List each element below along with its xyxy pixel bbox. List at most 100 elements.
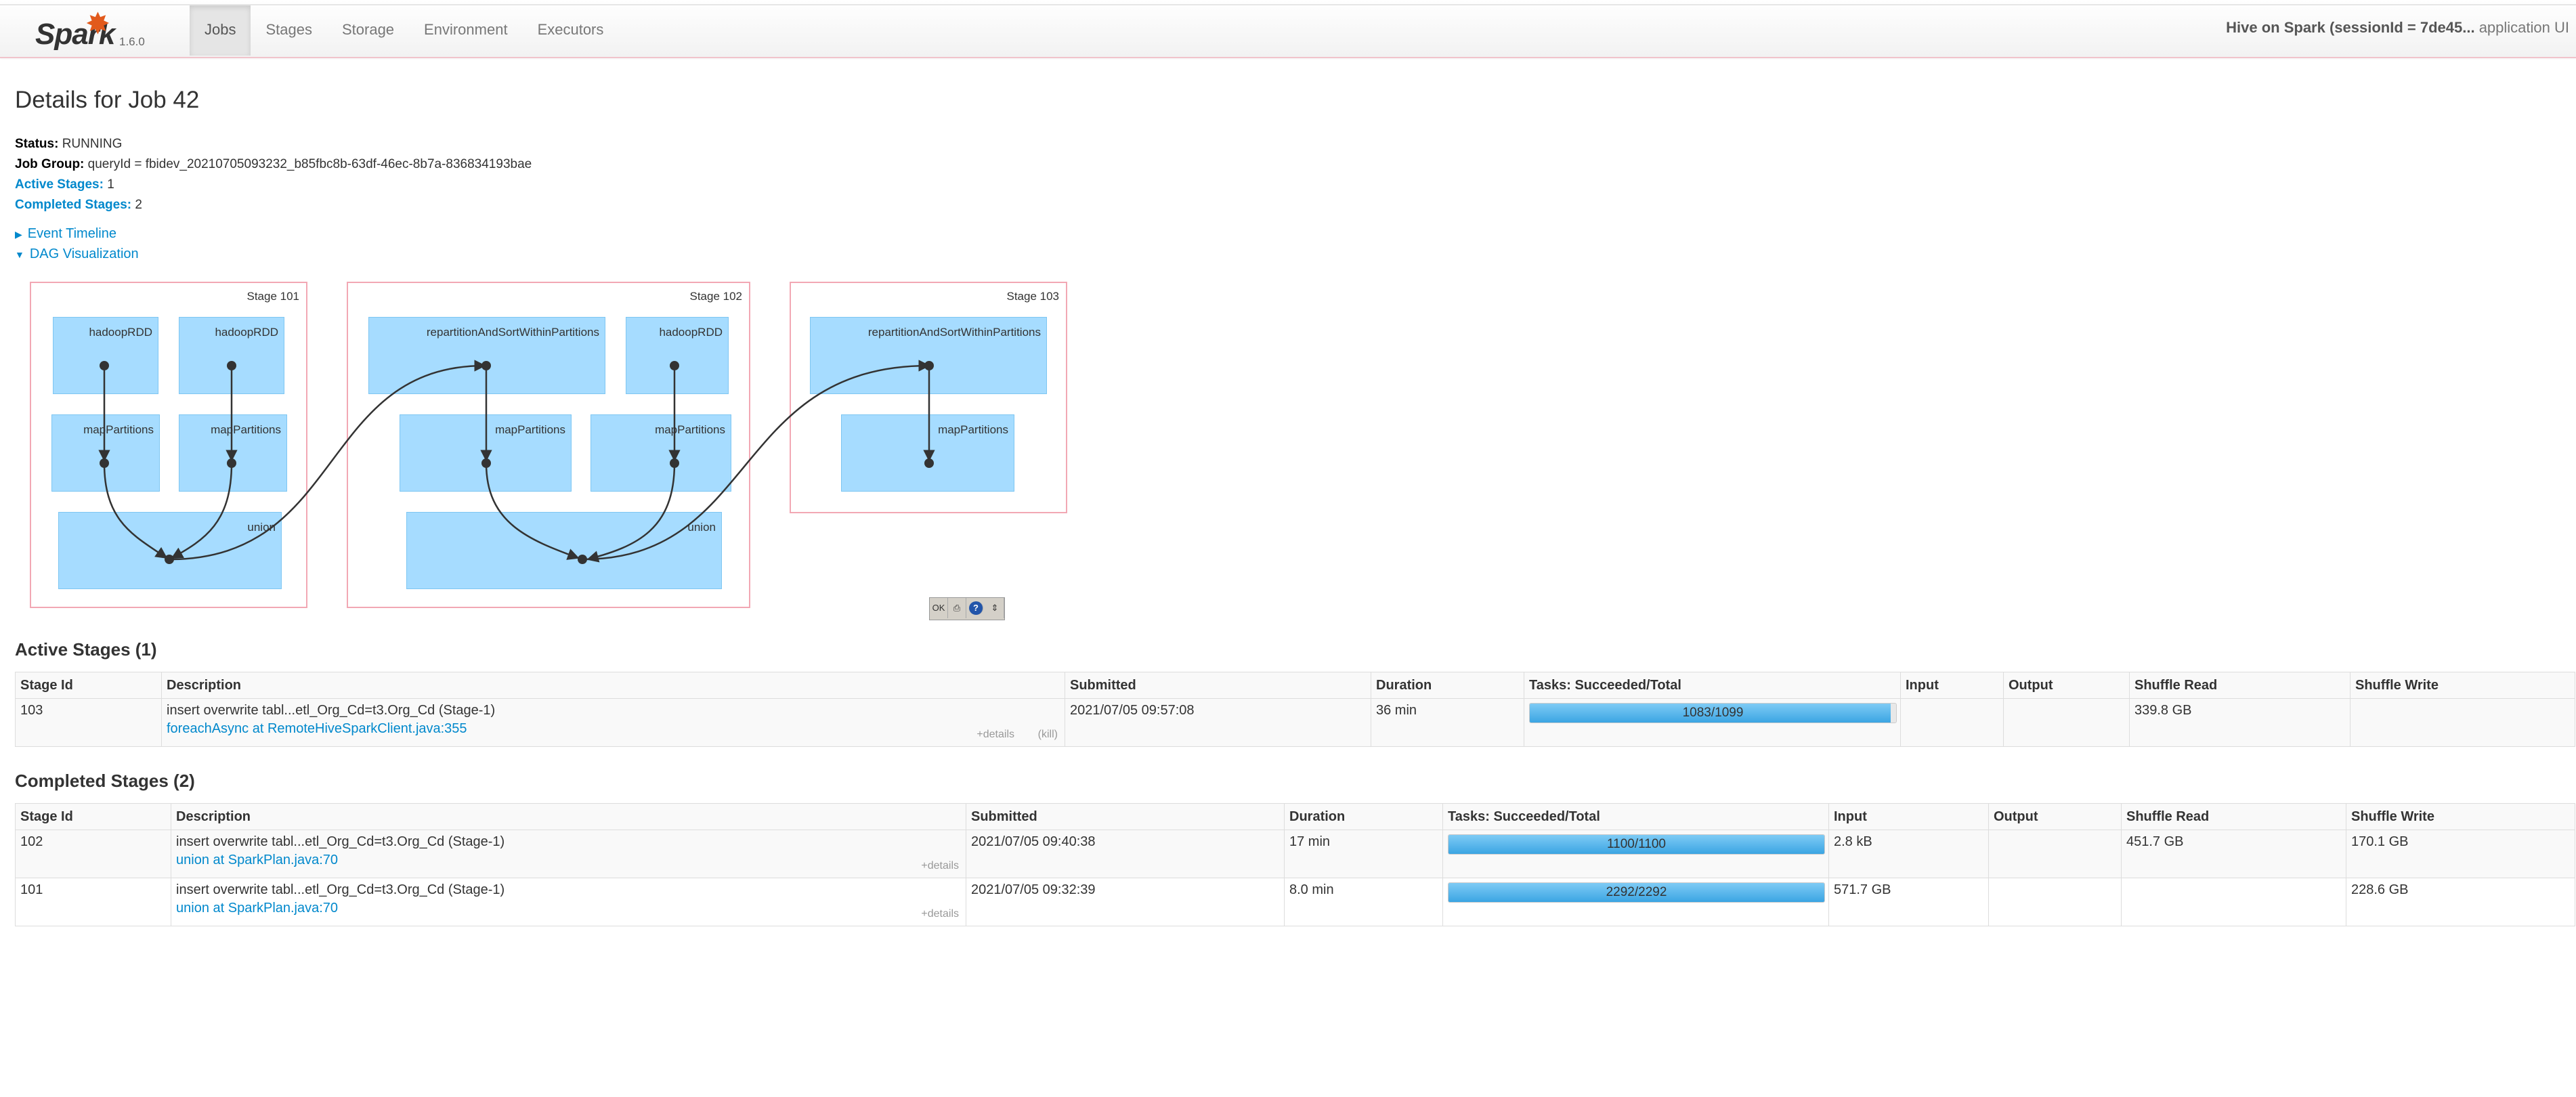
dag-dot [227, 361, 236, 370]
tab-jobs[interactable]: Jobs [190, 5, 251, 56]
dag-dot [670, 361, 679, 370]
tasks-count: 2292/2292 [1606, 885, 1667, 899]
dag-dot [100, 361, 109, 370]
shuffle-read: 339.8 GB [2129, 698, 2350, 747]
dag-visualization-toggle[interactable]: ▼ DAG Visualization [15, 246, 139, 262]
dag-dot [165, 555, 174, 564]
dag-dot [481, 458, 491, 468]
job-group-value: queryId = fbidev_20210705093232_b85fbc8b… [87, 157, 532, 171]
expand-right-icon: ▶ [15, 229, 22, 240]
table-row: 102 insert overwrite tabl...etl_Org_Cd=t… [15, 830, 2575, 878]
dag-edge [171, 463, 233, 559]
shuffle-read [2121, 878, 2346, 926]
column-header[interactable]: Shuffle Write [2350, 672, 2575, 699]
column-header[interactable]: Output [1988, 803, 2122, 830]
column-header[interactable]: Input [1828, 803, 1989, 830]
dag-edge [103, 463, 168, 559]
spark-logo[interactable]: Spark ✸ 1.6.0 [33, 4, 148, 53]
app-name: Hive on Spark (sessionId = 7de45... appl… [2226, 19, 2569, 37]
shuffle-write: 228.6 GB [2346, 878, 2575, 926]
tab-stages[interactable]: Stages [251, 5, 327, 56]
dag-dot [924, 458, 934, 468]
tasks-progress-bar: 1083/1099 [1529, 703, 1897, 723]
column-header[interactable]: Duration [1284, 803, 1443, 830]
completed-stages-table: Stage Id Description Submitted Duration … [15, 803, 2575, 926]
dag-edge [582, 360, 930, 561]
expand-details-link[interactable]: +details [976, 729, 1014, 741]
tab-executors[interactable]: Executors [523, 5, 619, 56]
tasks-progress-cell: 2292/2292 [1442, 878, 1829, 926]
dag-dot [670, 458, 679, 468]
print-icon[interactable]: ⎙ [948, 598, 966, 618]
column-header[interactable]: Tasks: Succeeded/Total [1524, 672, 1901, 699]
active-stages-table: Stage Id Description Submitted Duration … [15, 672, 2575, 747]
column-header[interactable]: Stage Id [15, 672, 162, 699]
stage-detail-link[interactable]: foreachAsync at RemoteHiveSparkClient.ja… [167, 721, 1060, 737]
dag-dot [227, 458, 236, 468]
dag-visualization-label: DAG Visualization [29, 246, 139, 261]
event-timeline-label: Event Timeline [27, 226, 116, 241]
column-header[interactable]: Tasks: Succeeded/Total [1442, 803, 1829, 830]
job-group-label: Job Group: [15, 157, 85, 171]
column-header[interactable]: Shuffle Read [2121, 803, 2346, 830]
active-stages-heading: Active Stages (1) [15, 639, 157, 660]
column-header[interactable]: Submitted [1065, 672, 1371, 699]
stage-description: insert overwrite tabl...etl_Org_Cd=t3.Or… [171, 830, 966, 878]
completed-stages-link[interactable]: Completed Stages: [15, 198, 131, 212]
stage-id: 101 [15, 878, 171, 926]
dag-dot [578, 555, 587, 564]
submitted-time: 2021/07/05 09:57:08 [1065, 698, 1371, 747]
tab-storage[interactable]: Storage [327, 5, 409, 56]
spark-star-icon: ✸ [85, 7, 110, 41]
app-name-session: Hive on Spark (sessionId = 7de45... [2226, 19, 2475, 36]
column-header[interactable]: Output [2003, 672, 2130, 699]
expand-details-link[interactable]: +details [921, 860, 959, 872]
dag-edge [586, 463, 676, 563]
stage-detail-link[interactable]: union at SparkPlan.java:70 [176, 853, 961, 868]
column-header[interactable]: Submitted [966, 803, 1285, 830]
column-header[interactable]: Description [161, 672, 1065, 699]
duration: 17 min [1284, 830, 1443, 878]
output-size [2003, 698, 2130, 747]
output-size [1988, 830, 2122, 878]
input-size [1900, 698, 2004, 747]
dag-edge [169, 360, 486, 561]
column-header[interactable]: Description [171, 803, 966, 830]
chevron-updown-icon[interactable]: ⇕ [986, 598, 1004, 618]
dag-visualization: Stage 101 hadoopRDD hadoopRDD mapPartiti… [27, 279, 1083, 612]
dag-toolbar: OK ⎙ ? ⇕ [929, 597, 1005, 620]
kill-stage-link[interactable]: (kill) [1038, 729, 1058, 741]
column-header[interactable]: Duration [1371, 672, 1524, 699]
submitted-time: 2021/07/05 09:40:38 [966, 830, 1285, 878]
duration: 36 min [1371, 698, 1524, 747]
navbar: Spark ✸ 1.6.0 Jobs Stages Storage Enviro… [0, 0, 2576, 58]
duration: 8.0 min [1284, 878, 1443, 926]
description-text: insert overwrite tabl...etl_Org_Cd=t3.Or… [167, 703, 496, 718]
description-text: insert overwrite tabl...etl_Org_Cd=t3.Or… [176, 834, 505, 849]
input-size: 2.8 kB [1828, 830, 1989, 878]
expand-details-link[interactable]: +details [921, 908, 959, 920]
input-size: 571.7 GB [1828, 878, 1989, 926]
shuffle-read: 451.7 GB [2121, 830, 2346, 878]
column-header[interactable]: Input [1900, 672, 2004, 699]
tasks-progress-cell: 1083/1099 [1524, 698, 1901, 747]
dag-dot [924, 361, 934, 370]
tab-environment[interactable]: Environment [409, 5, 523, 56]
shuffle-write [2350, 698, 2575, 747]
help-icon[interactable]: ? [969, 601, 983, 615]
nav-tabs: Jobs Stages Storage Environment Executor… [190, 5, 618, 56]
stage-detail-link[interactable]: union at SparkPlan.java:70 [176, 901, 961, 916]
tasks-count: 1083/1099 [1682, 706, 1744, 720]
active-stages-link[interactable]: Active Stages: [15, 177, 104, 192]
status-label: Status: [15, 137, 59, 151]
dag-edges [98, 360, 935, 564]
event-timeline-toggle[interactable]: ▶ Event Timeline [15, 226, 116, 242]
ok-button[interactable]: OK [930, 598, 948, 618]
column-header[interactable]: Stage Id [15, 803, 171, 830]
expand-down-icon: ▼ [15, 249, 24, 260]
stage-description: insert overwrite tabl...etl_Org_Cd=t3.Or… [171, 878, 966, 926]
column-header[interactable]: Shuffle Write [2346, 803, 2575, 830]
tasks-count: 1100/1100 [1607, 837, 1666, 851]
column-header[interactable]: Shuffle Read [2129, 672, 2350, 699]
stage-description: insert overwrite tabl...etl_Org_Cd=t3.Or… [161, 698, 1065, 747]
